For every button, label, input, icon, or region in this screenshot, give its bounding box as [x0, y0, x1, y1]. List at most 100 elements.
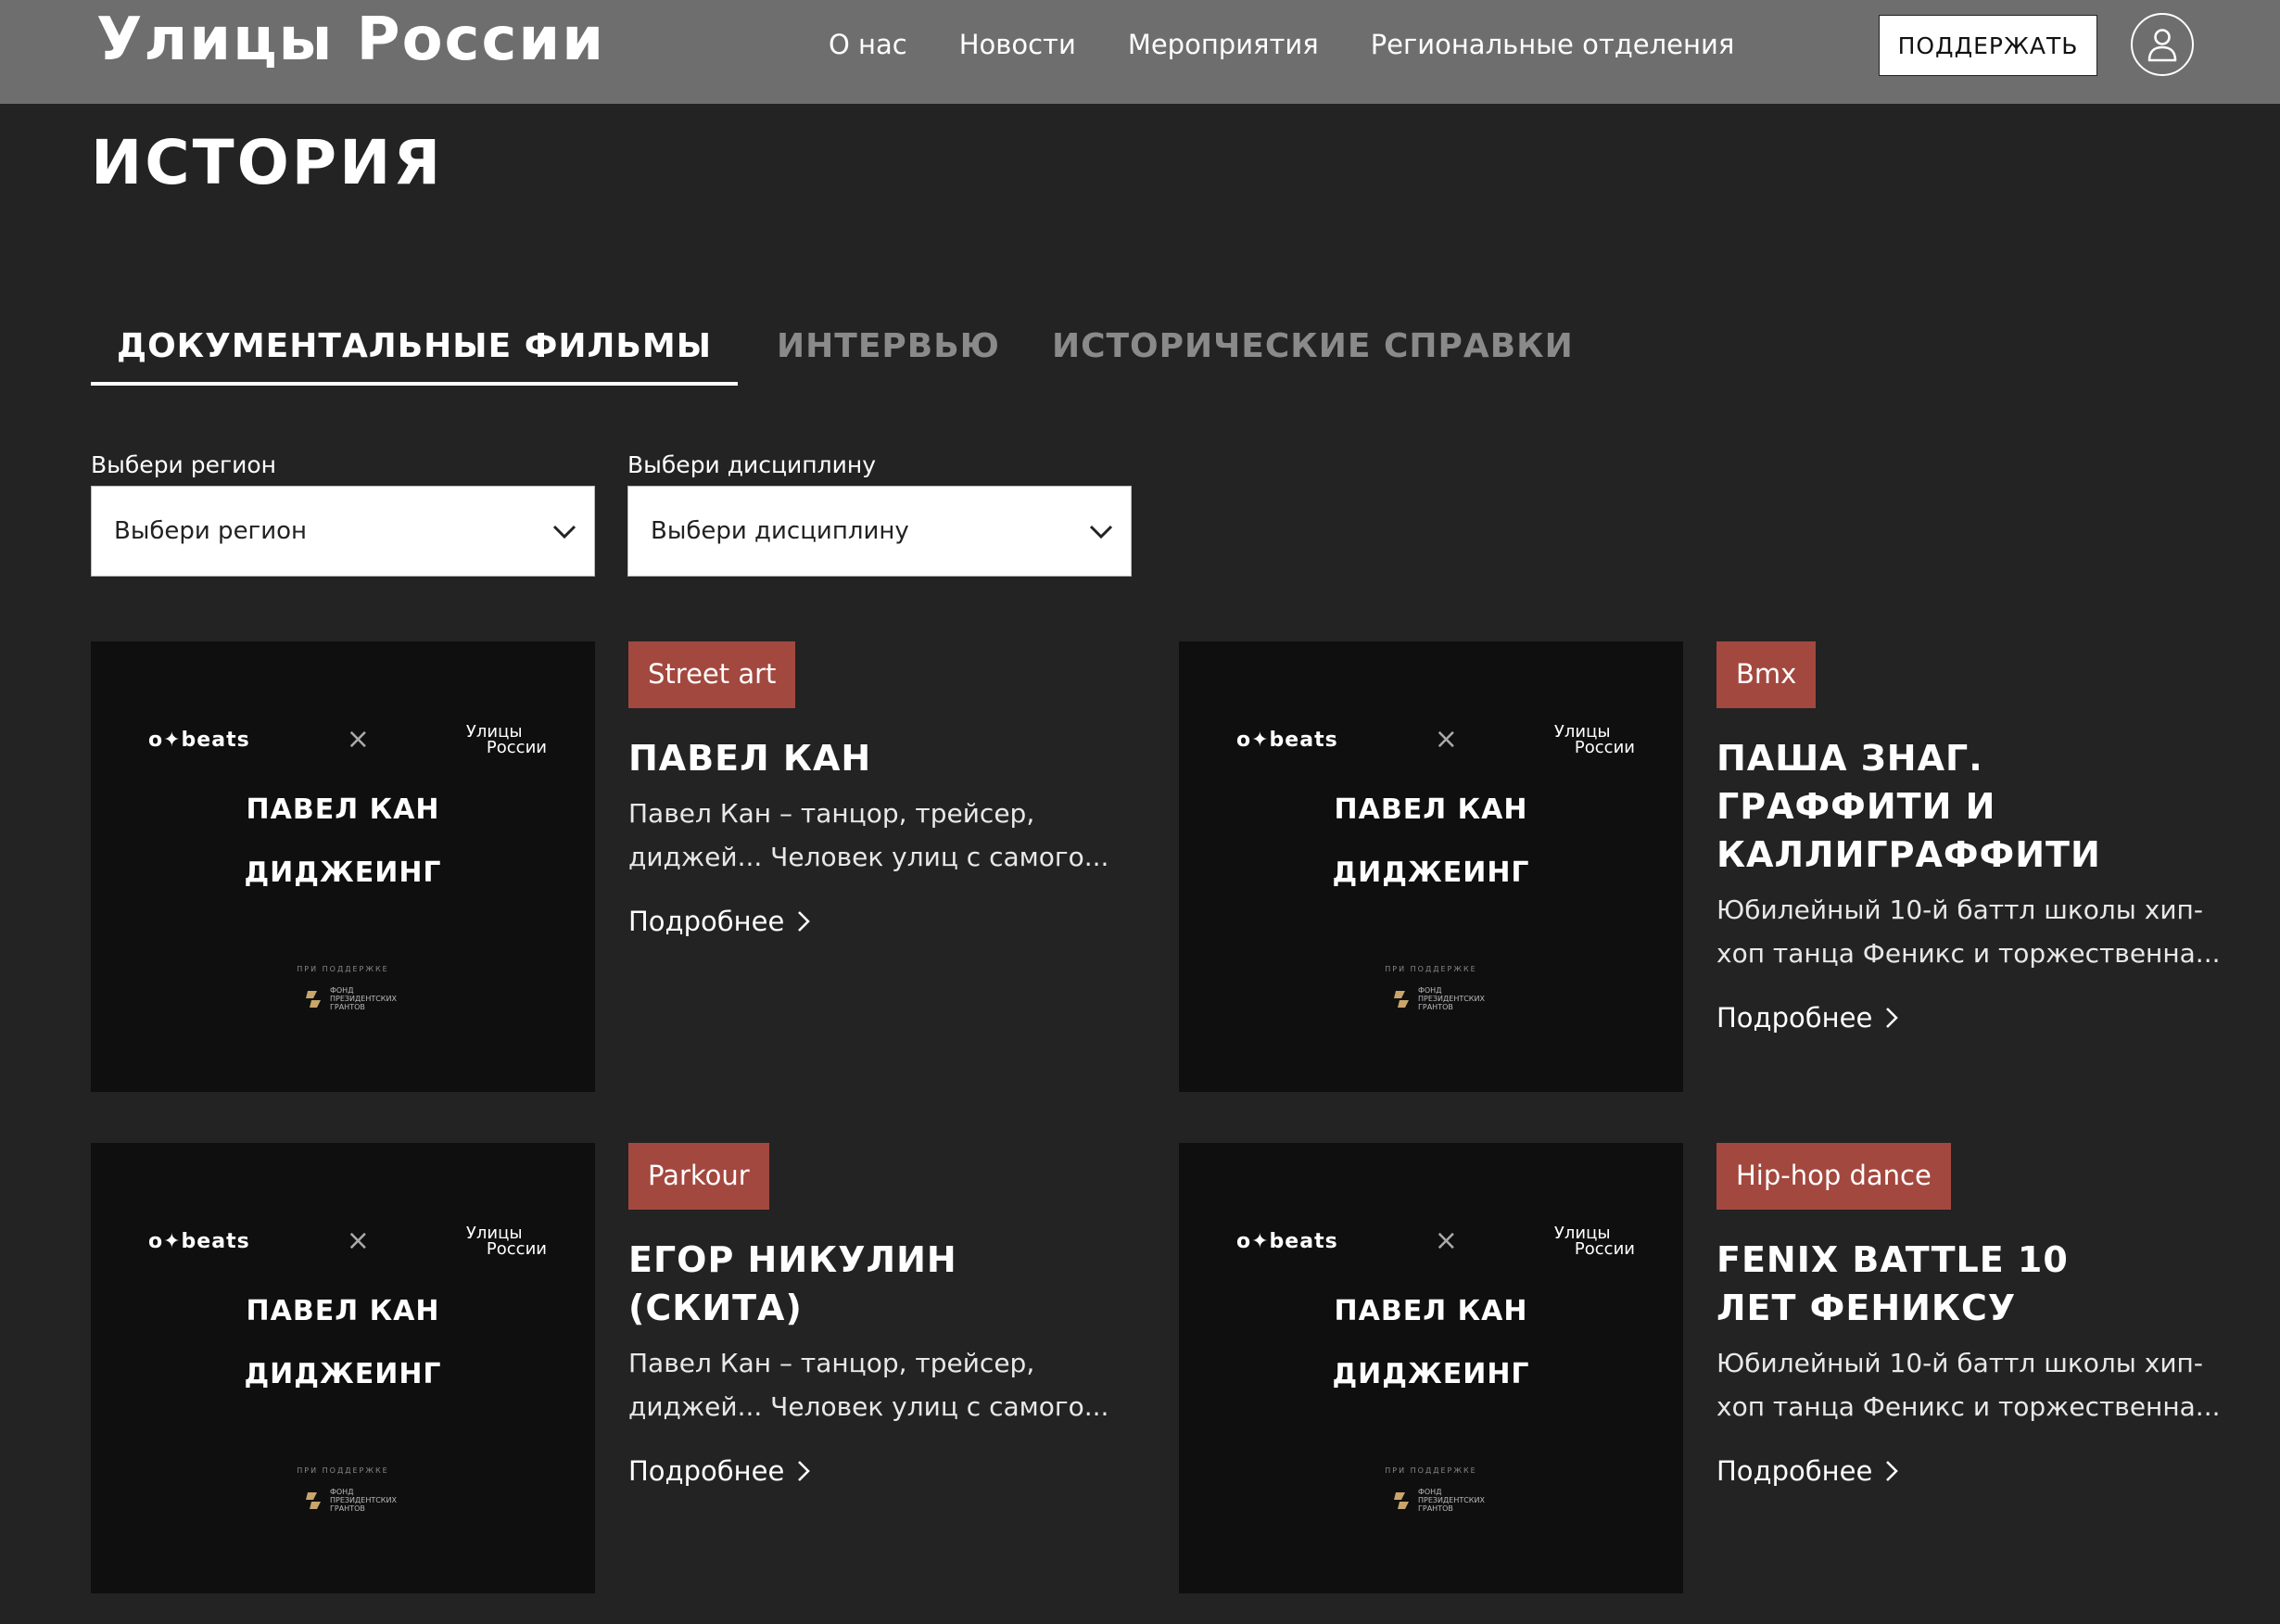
more-link[interactable]: Подробнее — [1716, 1453, 2250, 1490]
region-filter: Выбери регион Выбери регион — [91, 449, 595, 577]
thumbnail-support-text: ПРИ ПОДДЕРЖКЕ — [1385, 1466, 1477, 1475]
film-description: Юбилейный 10-й баттл школы хип-хоп танца… — [1716, 888, 2250, 975]
fund-emblem-icon — [306, 1491, 321, 1509]
fund-name: ФОНД ПРЕЗИДЕНТСКИХ ГРАНТОВ — [1418, 986, 1485, 1011]
film-title[interactable]: FENIX BATTLE 10 ЛЕТ ФЕНИКСУ — [1716, 1236, 2250, 1332]
thumbnail-brands: o✦beats × Улицы России — [148, 1224, 547, 1258]
thumbnail-brands: o✦beats × Улицы России — [1236, 723, 1635, 756]
film-thumbnail[interactable]: o✦beats × Улицы России ПАВЕЛ КАН ДИДЖЕИН… — [91, 1143, 595, 1593]
fund-logo: ФОНД ПРЕЗИДЕНТСКИХ ГРАНТОВ — [304, 1488, 397, 1513]
thumbnail-title: ПАВЕЛ КАН — [1334, 793, 1528, 826]
film-title-line: ГРАФФИТИ И — [1716, 786, 1996, 827]
thumbnail-subtitle: ДИДЖЕИНГ — [1332, 1358, 1530, 1390]
film-info: Hip-hop dance FENIX BATTLE 10 ЛЕТ ФЕНИКСУ… — [1716, 1143, 2250, 1490]
film-description-line: Павел Кан – танцор, трейсер, — [628, 1348, 1035, 1378]
film-info: Bmx ПАША ЗНАГ. ГРАФФИТИ И КАЛЛИГРАФФИТИ Юб… — [1716, 641, 2250, 1036]
fund-logo: ФОНД ПРЕЗИДЕНТСКИХ ГРАНТОВ — [1392, 1488, 1485, 1513]
discipline-badge[interactable]: Parkour — [628, 1143, 769, 1210]
more-link-label: Подробнее — [628, 1455, 785, 1487]
thumbnail-title: ПАВЕЛ КАН — [246, 793, 440, 826]
user-icon — [2147, 29, 2177, 62]
beats-logo: o✦beats — [148, 1229, 250, 1253]
streets-logo-line: России — [486, 738, 547, 757]
streets-logo: Улицы России — [1554, 724, 1635, 757]
film-card: o✦beats × Улицы России ПАВЕЛ КАН ДИДЖЕИН… — [91, 1143, 1162, 1595]
tab-interviews[interactable]: ИНТЕРВЬЮ — [751, 317, 1026, 386]
film-title-line: (СКИТА) — [628, 1288, 803, 1328]
film-title[interactable]: ЕГОР НИКУЛИН (СКИТА) — [628, 1236, 1162, 1332]
film-title[interactable]: ПАША ЗНАГ. ГРАФФИТИ И КАЛЛИГРАФФИТИ — [1716, 734, 2250, 879]
nav-link-events[interactable]: Мероприятия — [1128, 22, 1319, 67]
discipline-filter-label: Выбери дисциплину — [627, 451, 877, 478]
thumbnail-title: ПАВЕЛ КАН — [246, 1295, 440, 1327]
film-description-line: хоп танца Феникс и торжественна... — [1716, 1391, 2221, 1422]
fund-name: ФОНД ПРЕЗИДЕНТСКИХ ГРАНТОВ — [330, 1488, 397, 1513]
thumbnail-subtitle: ДИДЖЕИНГ — [244, 1358, 442, 1390]
thumbnail-subtitle: ДИДЖЕИНГ — [244, 856, 442, 889]
streets-logo: Улицы России — [466, 724, 547, 757]
more-link[interactable]: Подробнее — [1716, 999, 2250, 1036]
tab-documentaries[interactable]: ДОКУМЕНТАЛЬНЫЕ ФИЛЬМЫ — [91, 317, 738, 386]
film-description-line: хоп танца Феникс и торжественна... — [1716, 938, 2221, 969]
film-title-line: ПАВЕЛ КАН — [628, 738, 872, 779]
film-description-line: Павел Кан – танцор, трейсер, — [628, 798, 1035, 829]
user-account-button[interactable] — [2131, 13, 2194, 76]
more-link-label: Подробнее — [628, 906, 785, 937]
film-info: Street art ПАВЕЛ КАН Павел Кан – танцор,… — [628, 641, 1162, 940]
film-title-line: ЛЕТ ФЕНИКСУ — [1716, 1288, 2017, 1328]
chevron-right-icon — [1886, 1461, 1899, 1481]
nav-link-regional[interactable]: Региональные отделения — [1371, 22, 1735, 67]
streets-logo-line: России — [1574, 738, 1635, 757]
cross-separator: × — [346, 1224, 370, 1257]
support-button[interactable]: ПОДДЕРЖАТЬ — [1879, 15, 2097, 76]
cross-separator: × — [1434, 723, 1458, 755]
film-description-line: Юбилейный 10-й баттл школы хип- — [1716, 894, 2203, 925]
nav-link-news[interactable]: Новости — [959, 22, 1076, 67]
film-title-line: ПАША ЗНАГ. — [1716, 738, 1983, 779]
fund-logo: ФОНД ПРЕЗИДЕНТСКИХ ГРАНТОВ — [304, 986, 397, 1011]
discipline-badge[interactable]: Bmx — [1716, 641, 1817, 708]
content-tabs: ДОКУМЕНТАЛЬНЫЕ ФИЛЬМЫ ИНТЕРВЬЮ ИСТОРИЧЕС… — [91, 317, 1600, 386]
fund-logo: ФОНД ПРЕЗИДЕНТСКИХ ГРАНТОВ — [1392, 986, 1485, 1011]
discipline-badge[interactable]: Hip-hop dance — [1716, 1143, 1951, 1210]
region-filter-label: Выбери регион — [91, 451, 277, 478]
chevron-down-icon — [552, 525, 576, 539]
film-description: Юбилейный 10-й баттл школы хип-хоп танца… — [1716, 1341, 2250, 1428]
thumbnail-title: ПАВЕЛ КАН — [1334, 1295, 1528, 1327]
film-title[interactable]: ПАВЕЛ КАН — [628, 734, 1162, 782]
film-card: o✦beats × Улицы России ПАВЕЛ КАН ДИДЖЕИН… — [1179, 1143, 2250, 1595]
region-select-value: Выбери регион — [114, 517, 308, 545]
thumbnail-brands: o✦beats × Улицы России — [148, 723, 547, 756]
more-link[interactable]: Подробнее — [628, 1453, 1162, 1490]
page-title: ИСТОРИЯ — [91, 127, 444, 198]
thumbnail-support-text: ПРИ ПОДДЕРЖКЕ — [297, 965, 389, 973]
site-logo[interactable]: Улицы России — [96, 7, 605, 72]
film-info: Parkour ЕГОР НИКУЛИН (СКИТА) Павел Кан – … — [628, 1143, 1162, 1490]
thumbnail-support-text: ПРИ ПОДДЕРЖКЕ — [297, 1466, 389, 1475]
tab-historical-notes[interactable]: ИСТОРИЧЕСКИЕ СПРАВКИ — [1026, 317, 1600, 386]
cross-separator: × — [1434, 1224, 1458, 1257]
main-nav: О нас Новости Мероприятия Региональные о… — [829, 22, 1734, 67]
discipline-filter: Выбери дисциплину Выбери дисциплину — [627, 449, 1132, 577]
fund-emblem-icon — [306, 990, 321, 1008]
chevron-right-icon — [1886, 1008, 1899, 1028]
discipline-select[interactable]: Выбери дисциплину — [627, 486, 1132, 577]
more-link[interactable]: Подробнее — [628, 903, 1162, 940]
fund-emblem-icon — [1394, 1491, 1409, 1509]
fund-emblem-icon — [1394, 990, 1409, 1008]
cross-separator: × — [346, 723, 370, 755]
nav-link-about[interactable]: О нас — [829, 22, 907, 67]
discipline-badge[interactable]: Street art — [628, 641, 796, 708]
more-link-label: Подробнее — [1716, 1455, 1873, 1487]
streets-logo: Улицы России — [1554, 1225, 1635, 1258]
chevron-right-icon — [798, 911, 811, 932]
film-thumbnail[interactable]: o✦beats × Улицы России ПАВЕЛ КАН ДИДЖЕИН… — [91, 641, 595, 1092]
film-description-line: Юбилейный 10-й баттл школы хип- — [1716, 1348, 2203, 1378]
region-select[interactable]: Выбери регион — [91, 486, 595, 577]
film-thumbnail[interactable]: o✦beats × Улицы России ПАВЕЛ КАН ДИДЖЕИН… — [1179, 1143, 1683, 1593]
film-description: Павел Кан – танцор, трейсер, диджей... Че… — [628, 792, 1162, 879]
fund-name: ФОНД ПРЕЗИДЕНТСКИХ ГРАНТОВ — [330, 986, 397, 1011]
film-title-line: ЕГОР НИКУЛИН — [628, 1239, 957, 1280]
site-header: Улицы России О нас Новости Мероприятия Р… — [0, 0, 2280, 104]
film-thumbnail[interactable]: o✦beats × Улицы России ПАВЕЛ КАН ДИДЖЕИН… — [1179, 641, 1683, 1092]
